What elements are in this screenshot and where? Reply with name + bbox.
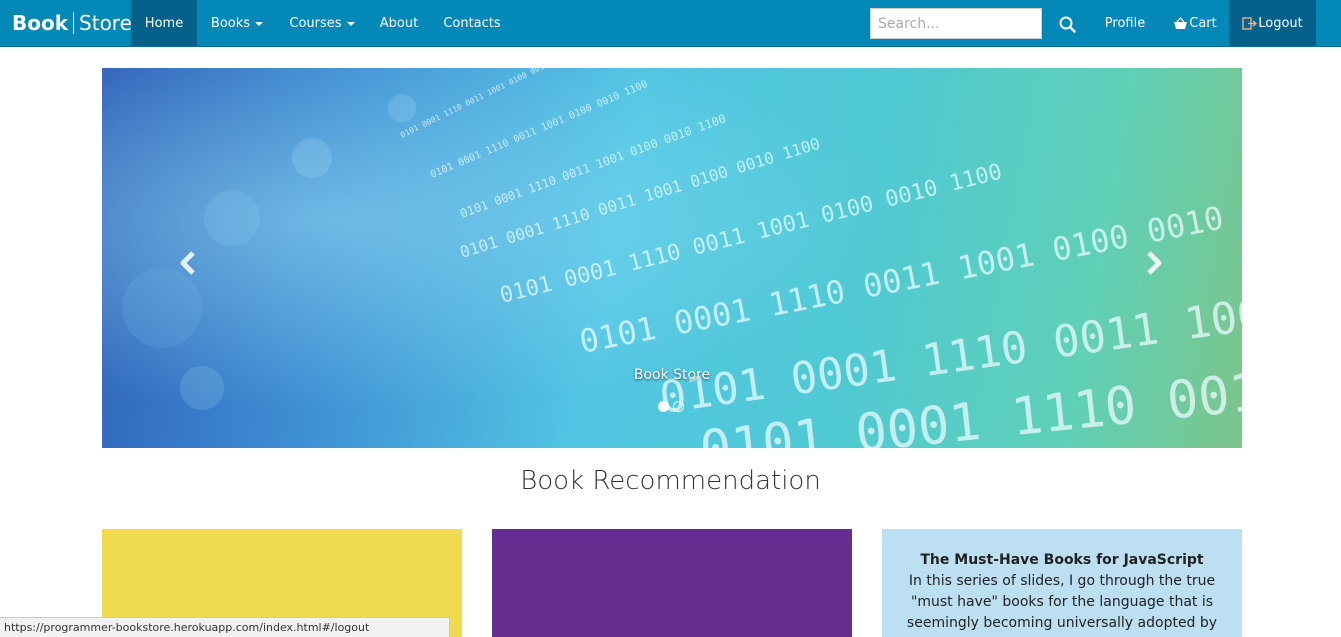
carousel-prev-button[interactable] (174, 248, 204, 278)
nav-books-label: Books (210, 15, 251, 31)
book-card-title: The Must-Have Books for JavaScript (920, 552, 1204, 568)
nav-courses-label: Courses (289, 15, 342, 31)
search-input[interactable] (870, 8, 1042, 39)
book-card-description: In this series of slides, I go through t… (906, 573, 1218, 631)
binary-code-background: 0101 0001 1110 0011 1001 0100 0010 1100 … (102, 68, 1242, 448)
hero-carousel: 0101 0001 1110 0011 1001 0100 0010 1100 … (102, 68, 1242, 448)
top-navbar: Book Store Home Books Courses About Cont… (0, 0, 1341, 47)
carousel-indicator-2[interactable] (673, 401, 684, 412)
carousel-next-button[interactable] (1138, 248, 1168, 278)
nav-contacts-label: Contacts (443, 15, 501, 31)
carousel-indicator-1[interactable] (658, 401, 669, 412)
caret-down-icon (255, 22, 264, 26)
brand-light: Store (79, 11, 132, 35)
book-card-purple[interactable] (492, 529, 852, 637)
brand-separator (73, 12, 75, 34)
nav-courses-dropdown[interactable]: Courses (280, 0, 364, 46)
search-icon (1059, 16, 1076, 33)
nav-profile-label: Profile (1104, 15, 1146, 31)
carousel-indicators (658, 401, 684, 413)
section-title: Book Recommendation (520, 466, 821, 496)
logout-icon (1242, 16, 1258, 30)
basket-icon (1174, 16, 1188, 29)
carousel-caption: Book Store (633, 367, 711, 383)
caret-down-icon (346, 22, 355, 26)
brand-logo[interactable]: Book Store (12, 9, 132, 37)
nav-home-label: Home (144, 15, 184, 31)
nav-cart-label: Cart (1189, 15, 1217, 31)
nav-logout[interactable]: Logout (1229, 0, 1316, 46)
book-card-info[interactable]: The Must-Have Books for JavaScript In th… (882, 529, 1242, 637)
nav-books-dropdown[interactable]: Books (200, 0, 274, 46)
nav-home[interactable]: Home (131, 0, 197, 46)
chevron-right-icon (1147, 251, 1162, 275)
nav-cart[interactable]: Cart (1164, 0, 1226, 46)
browser-status-bar: https://programmer-bookstore.herokuapp.c… (0, 617, 450, 637)
nav-logout-label: Logout (1258, 15, 1303, 31)
nav-about-label: About (379, 15, 419, 31)
nav-about[interactable]: About (370, 0, 428, 46)
chevron-left-icon (180, 251, 195, 275)
nav-contacts[interactable]: Contacts (436, 0, 508, 46)
nav-profile[interactable]: Profile (1096, 0, 1154, 46)
search-button[interactable] (1054, 11, 1080, 37)
brand-bold: Book (12, 11, 69, 35)
